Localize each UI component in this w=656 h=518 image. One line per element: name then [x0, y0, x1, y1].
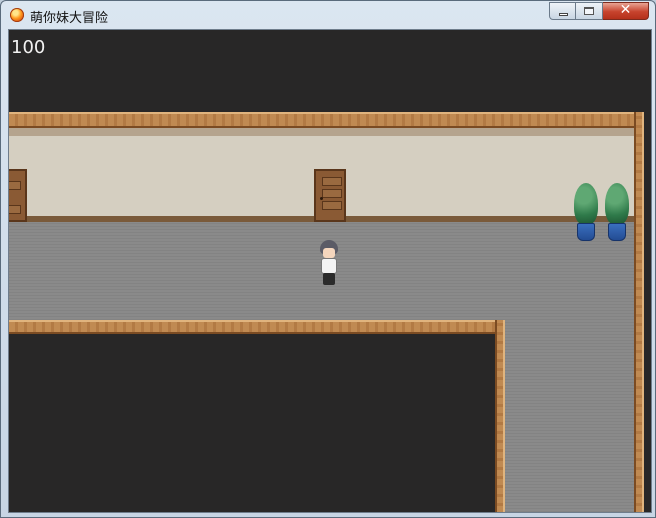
window-title: 萌你妹大冒险 — [30, 11, 109, 26]
door-panel — [9, 181, 21, 190]
door-panel — [322, 201, 342, 210]
door-center[interactable] — [314, 169, 346, 222]
corridor-floor-south — [505, 320, 634, 512]
potted-plant — [573, 183, 599, 243]
player-character[interactable] — [317, 240, 341, 288]
minimize-button[interactable] — [549, 2, 576, 20]
potted-plant — [604, 183, 630, 243]
wall-frame-inner — [495, 320, 505, 512]
door-panel — [322, 177, 342, 186]
character-body — [321, 258, 337, 274]
character-face — [323, 248, 335, 258]
wall-frame-right — [634, 112, 644, 512]
plant-leaves — [574, 183, 598, 225]
game-orb-icon — [10, 8, 24, 22]
wall-trim — [9, 128, 634, 136]
plant-leaves — [605, 183, 629, 225]
door-panel — [322, 189, 342, 198]
plant-pot — [608, 223, 626, 241]
window-controls: ✕ — [549, 2, 649, 21]
door-panel — [9, 205, 21, 214]
wall-frame-bottom — [9, 320, 505, 334]
close-icon: ✕ — [619, 2, 632, 18]
wall-frame-top — [9, 112, 643, 128]
maximize-icon — [584, 7, 594, 15]
minimize-icon — [559, 13, 568, 16]
door-left[interactable] — [9, 169, 27, 222]
score-counter: 100 — [11, 37, 46, 58]
character-legs — [323, 273, 335, 285]
game-viewport[interactable]: 100 — [8, 29, 652, 513]
close-button[interactable]: ✕ — [603, 2, 649, 20]
door-knob — [320, 197, 323, 200]
title-bar[interactable]: 萌你妹大冒险 ✕ — [1, 1, 655, 29]
maximize-button[interactable] — [576, 2, 603, 20]
game-window: 萌你妹大冒险 ✕ 100 — [0, 0, 656, 518]
plant-pot — [577, 223, 595, 241]
